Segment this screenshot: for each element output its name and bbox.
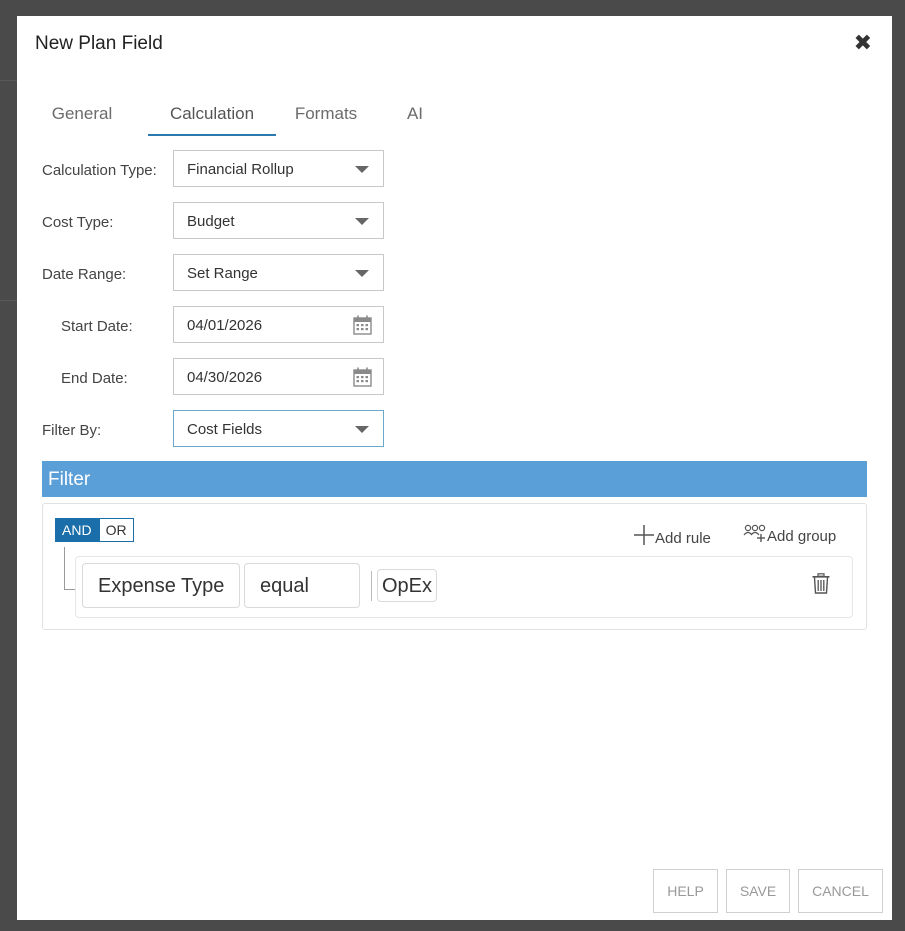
filter-builder: AND OR Add rule Add group Expense Type e [42, 503, 867, 630]
cost-type-label: Cost Type: [42, 214, 114, 231]
rule-value-input[interactable]: OpEx [377, 569, 438, 602]
tab-bar: General Calculation Formats AI [17, 100, 892, 136]
filter-by-label: Filter By: [42, 422, 102, 439]
calendar-icon[interactable] [353, 315, 372, 339]
end-date-input[interactable]: 04/30/2026 [173, 358, 384, 395]
add-group-label: Add group [767, 528, 837, 545]
cost-type-select[interactable]: Budget [173, 202, 384, 239]
chevron-down-icon [355, 426, 369, 433]
group-add-icon [743, 524, 766, 542]
close-icon[interactable]: ✖ [854, 32, 872, 54]
filter-header-label: Filter [48, 469, 91, 490]
calculation-type-select[interactable]: Financial Rollup [173, 150, 384, 187]
save-button[interactable]: SAVE [726, 869, 790, 913]
add-rule-label: Add rule [655, 530, 711, 547]
calculation-type-value: Financial Rollup [187, 161, 294, 178]
background-divider [0, 300, 17, 301]
and-button[interactable]: AND [55, 518, 99, 542]
tab-ai[interactable]: AI [400, 100, 430, 134]
help-button[interactable]: HELP [653, 869, 718, 913]
rule-field-select[interactable]: Expense Type [82, 563, 241, 608]
tab-formats[interactable]: Formats [291, 100, 361, 134]
end-date-value: 04/30/2026 [187, 369, 263, 386]
tab-calculation[interactable]: Calculation [148, 100, 276, 136]
filter-by-select[interactable]: Cost Fields [173, 410, 384, 447]
plus-icon [634, 525, 654, 545]
tree-connector [64, 547, 65, 589]
cancel-button[interactable]: CANCEL [798, 869, 883, 913]
and-or-toggle: AND OR [55, 518, 134, 542]
add-rule-button[interactable]: Add rule [633, 524, 711, 547]
filter-section-header: Filter [42, 461, 867, 497]
date-range-value: Set Range [187, 265, 258, 282]
calendar-icon[interactable] [353, 367, 372, 391]
chevron-down-icon [355, 166, 369, 173]
start-date-input[interactable]: 04/01/2026 [173, 306, 384, 343]
date-range-label: Date Range: [42, 266, 127, 283]
chevron-down-icon [355, 218, 369, 225]
start-date-value: 04/01/2026 [187, 317, 263, 334]
chevron-down-icon [355, 270, 369, 277]
rule-divider [371, 571, 372, 601]
end-date-label: End Date: [61, 370, 128, 387]
trash-icon[interactable] [812, 573, 830, 599]
dialog-title: New Plan Field [35, 33, 163, 54]
or-button[interactable]: OR [98, 518, 134, 542]
tab-general[interactable]: General [47, 100, 117, 134]
new-plan-field-dialog: New Plan Field ✖ General Calculation For… [17, 16, 892, 920]
filter-rule: Expense Type equal OpEx [75, 556, 853, 618]
add-group-button[interactable]: Add group [743, 524, 836, 545]
calculation-type-label: Calculation Type: [42, 162, 157, 179]
cost-type-value: Budget [187, 213, 235, 230]
filter-by-value: Cost Fields [187, 421, 263, 438]
start-date-label: Start Date: [61, 318, 133, 335]
date-range-select[interactable]: Set Range [173, 254, 384, 291]
rule-operator-select[interactable]: equal [244, 563, 360, 608]
background-divider [0, 80, 17, 81]
